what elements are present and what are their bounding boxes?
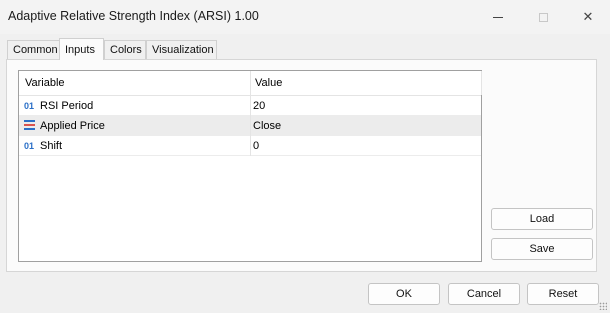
variable-name: Applied Price (40, 120, 105, 132)
table-row[interactable]: Applied Price Close (19, 116, 481, 136)
cancel-button[interactable]: Cancel (448, 283, 520, 305)
maximize-icon (538, 12, 548, 22)
enum-type-icon (24, 120, 37, 132)
value-cell[interactable]: 20 (253, 100, 265, 112)
minimize-button[interactable] (475, 0, 521, 34)
table-row[interactable]: 01 RSI Period 20 (19, 96, 481, 116)
close-icon: ✕ (582, 9, 594, 24)
variable-name: RSI Period (40, 100, 94, 112)
tab-inputs[interactable]: Inputs (59, 38, 104, 60)
column-header-variable[interactable]: Variable (25, 77, 65, 89)
variable-name: Shift (40, 140, 63, 152)
integer-type-icon: 01 (24, 141, 35, 151)
tab-colors[interactable]: Colors (104, 40, 146, 59)
tab-visualization[interactable]: Visualization (146, 40, 217, 59)
load-button[interactable]: Load (491, 208, 593, 230)
integer-type-icon: 01 (24, 101, 35, 111)
resize-grip-icon[interactable] (599, 302, 607, 310)
inputs-panel: Variable Value 01 RSI Period 20 Applied … (6, 59, 597, 272)
cell-divider (250, 116, 251, 136)
cell-divider (250, 96, 251, 116)
value-cell[interactable]: Close (253, 120, 281, 132)
column-divider-end (481, 71, 482, 95)
ok-button[interactable]: OK (368, 283, 440, 305)
column-header-value[interactable]: Value (255, 77, 282, 89)
title-bar: Adaptive Relative Strength Index (ARSI) … (0, 0, 610, 34)
value-cell[interactable]: 0 (253, 140, 259, 152)
window-title: Adaptive Relative Strength Index (ARSI) … (8, 9, 259, 23)
reset-button[interactable]: Reset (527, 283, 599, 305)
tab-common[interactable]: Common (7, 40, 60, 59)
close-button[interactable]: ✕ (565, 0, 610, 34)
inputs-grid: Variable Value 01 RSI Period 20 Applied … (18, 70, 482, 262)
table-row[interactable]: 01 Shift 0 (19, 136, 481, 156)
grid-header: Variable Value (19, 71, 482, 96)
cell-divider (250, 136, 251, 156)
save-button[interactable]: Save (491, 238, 593, 260)
maximize-button (520, 0, 566, 34)
minimize-icon (493, 16, 503, 18)
column-divider[interactable] (250, 71, 251, 95)
